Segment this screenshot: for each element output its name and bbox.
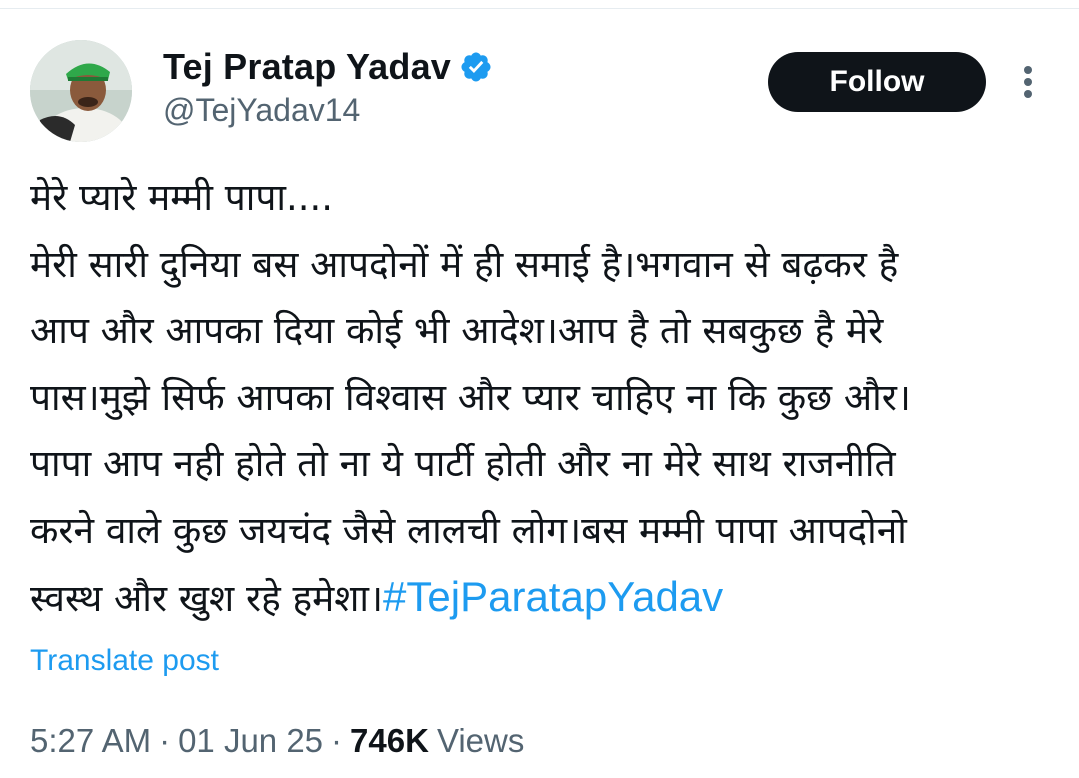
post-date[interactable]: 01 Jun 25 (178, 722, 323, 760)
verified-badge-icon (459, 50, 493, 84)
tweet-line: मेरे प्यारे मम्मी पापा.... (30, 176, 333, 219)
dot (1024, 78, 1032, 86)
more-options-icon[interactable] (1010, 62, 1046, 102)
views-count: 746K (350, 722, 429, 759)
dot (1024, 90, 1032, 98)
author-name-row: Tej Pratap Yadav (163, 45, 493, 89)
dot (1024, 66, 1032, 74)
post-time[interactable]: 5:27 AM (30, 722, 151, 760)
tweet-line: आप और आपका दिया कोई भी आदेश।आप है तो सबक… (30, 309, 884, 352)
tweet-line: मेरी सारी दुनिया बस आपदोनों में ही समाई … (30, 242, 899, 286)
author-handle[interactable]: @TejYadav14 (163, 92, 360, 129)
views-label: Views (436, 722, 525, 759)
tweet-meta: 5:27 AM · 01 Jun 25 · 746K Views (30, 722, 524, 760)
tweet-line: पास।मुझे सिर्फ आपका विश्वास और प्यार चाह… (30, 375, 911, 419)
follow-button[interactable]: Follow (768, 52, 986, 112)
translate-post-link[interactable]: Translate post (30, 644, 219, 678)
tweet-line-last: स्वस्थ और खुश रहे हमेशा।#TejParatapYadav (30, 564, 1050, 631)
hashtag-link[interactable]: #TejParatapYadav (383, 573, 723, 620)
meta-separator: · (331, 722, 343, 759)
tweet-line-text: स्वस्थ और खुश रहे हमेशा। (30, 577, 384, 620)
author-avatar[interactable] (30, 40, 132, 142)
tweet-text: मेरे प्यारे मम्मी पापा.... मेरी सारी दुन… (30, 165, 1050, 631)
avatar-image (30, 40, 132, 142)
tweet-line: पापा आप नही होते तो ना ये पार्टी होती और… (30, 442, 896, 485)
author-display-name[interactable]: Tej Pratap Yadav (163, 46, 451, 88)
tweet-line: करने वाले कुछ जयचंद जैसे लालची लोग।बस मम… (30, 508, 907, 552)
meta-separator: · (159, 722, 171, 759)
tweet-header: Tej Pratap Yadav @TejYadav14 Follow (0, 0, 1079, 160)
